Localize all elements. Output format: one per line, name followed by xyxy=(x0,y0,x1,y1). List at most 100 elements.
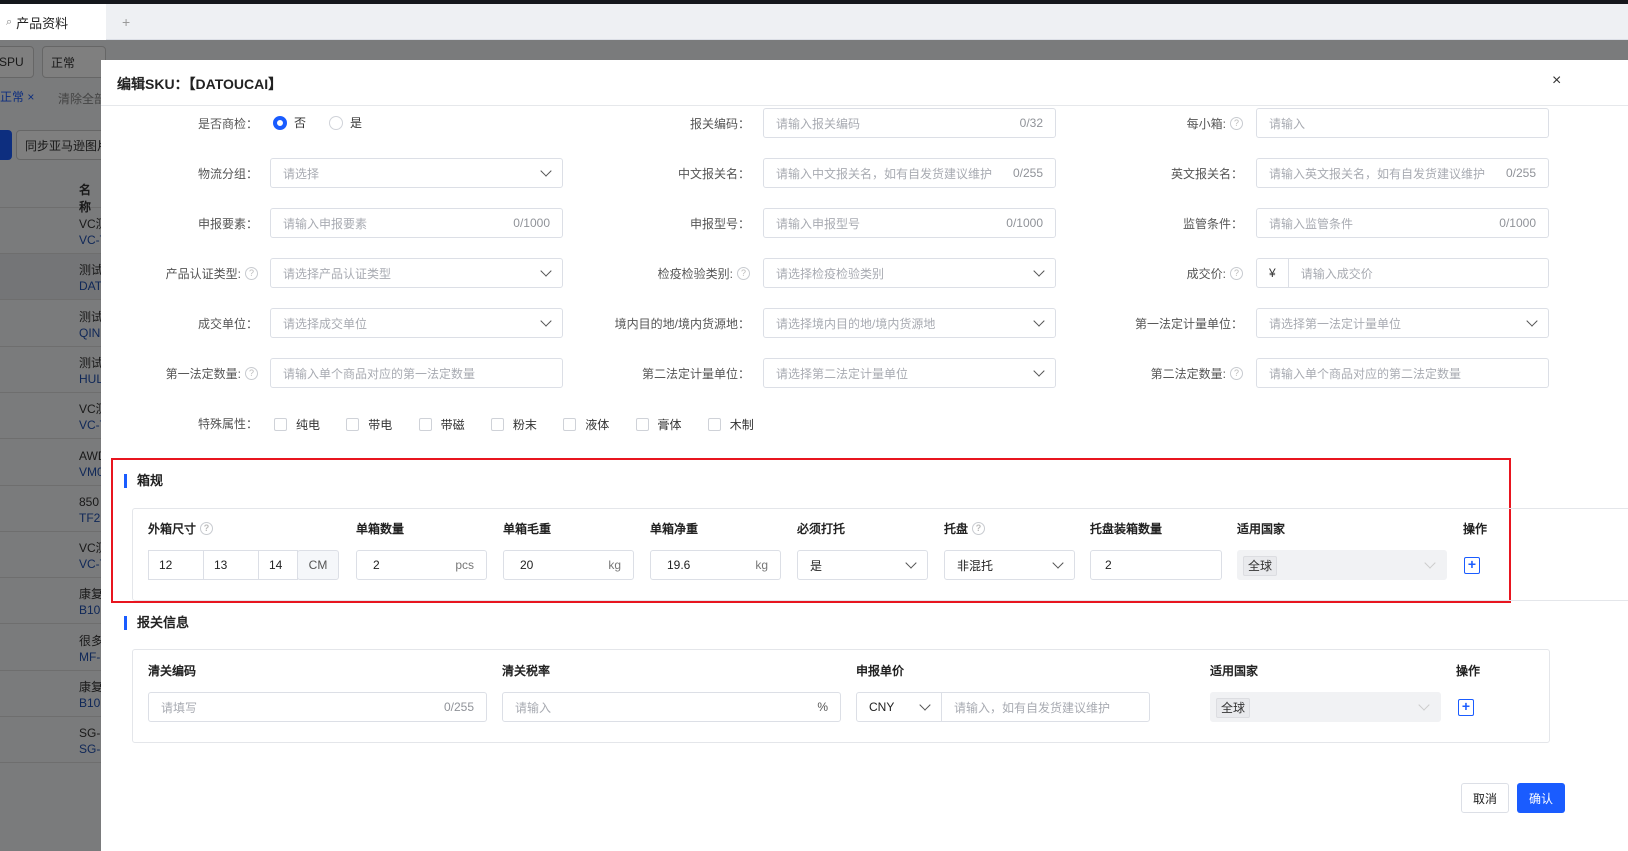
placeholder: 请输入 xyxy=(1269,116,1306,131)
dimension-input[interactable]: 13 xyxy=(203,550,259,580)
add-tab-button[interactable]: + xyxy=(122,14,130,30)
tab-bar xyxy=(0,4,1628,40)
pallet-select[interactable]: 非混托 xyxy=(944,550,1075,580)
checkbox-icon xyxy=(418,418,432,431)
pallet-qty-input[interactable]: 2 xyxy=(1090,550,1222,580)
section-title-box-spec: 箱规 xyxy=(124,474,163,488)
column-header: 操作 xyxy=(1463,522,1488,536)
column-header: 单箱数量 xyxy=(356,522,405,536)
field-label: 成交单位： xyxy=(197,316,258,331)
placeholder: 请输入中文报关名，如有自发货建议维护 xyxy=(776,166,993,181)
edit-sku-dialog: 编辑SKU：【DATOUCAI】 × 是否商检：否是报关编码： 请输入报关编码 0/… xyxy=(101,60,1628,851)
radio-option[interactable]: 是 xyxy=(329,114,362,131)
field-label: 成交价:? xyxy=(1003,258,1243,288)
char-counter: 0/255 xyxy=(1505,166,1536,180)
field-label: 中文报关名： xyxy=(677,166,750,181)
placeholder: 请输入申报要素 xyxy=(283,216,368,231)
currency-prefix: ¥ xyxy=(1269,259,1289,287)
input-field[interactable]: 请输入 xyxy=(1256,108,1549,138)
column-header: 清关税率 xyxy=(502,664,551,678)
radio-icon xyxy=(273,115,287,130)
currency-select[interactable]: CNY xyxy=(856,692,942,722)
field-label: 是否商检： xyxy=(197,116,258,131)
column-header: 单箱净重 xyxy=(650,522,699,536)
help-icon[interactable]: ? xyxy=(972,522,986,535)
placeholder: 请输入英文报关名，如有自发货建议维护 xyxy=(1269,166,1486,181)
close-icon[interactable]: × xyxy=(1552,72,1561,90)
checkbox-option[interactable]: 粉末 xyxy=(490,416,537,433)
chevron-down-icon xyxy=(1418,699,1430,711)
must-pallet-select[interactable]: 是 xyxy=(797,550,928,580)
checkbox-icon xyxy=(490,418,504,431)
field-label: 检疫检验类别:? xyxy=(510,258,750,288)
column-header: 适用国家 xyxy=(1237,522,1286,536)
help-icon[interactable]: ? xyxy=(245,366,258,380)
radio-option[interactable]: 否 xyxy=(273,114,306,131)
field-label: 申报要素： xyxy=(197,216,258,231)
confirm-button[interactable]: 确认 xyxy=(1517,783,1565,813)
tab-product-data[interactable]: ⌕ 产品资料 xyxy=(0,4,106,40)
placeholder: 请输入成交价 xyxy=(1300,266,1373,281)
unit-label: pcs xyxy=(455,558,474,572)
gross-input[interactable]: 20 kg xyxy=(503,550,634,580)
qty-input[interactable]: 2 pcs xyxy=(356,550,487,580)
field-label: 第一法定计量单位： xyxy=(1134,316,1243,331)
checkbox-icon xyxy=(635,418,649,431)
help-icon[interactable]: ? xyxy=(1230,266,1243,280)
help-icon[interactable]: ? xyxy=(1230,366,1243,380)
unit-label: % xyxy=(817,700,828,714)
tax-rate-input[interactable]: 请输入% xyxy=(502,692,841,722)
char-counter: 0/255 xyxy=(443,700,474,714)
radio-icon xyxy=(329,115,343,130)
field-label: 第二法定计量单位： xyxy=(641,366,750,381)
checkbox-option[interactable]: 纯电 xyxy=(274,416,320,433)
section-title-customs: 报关信息 xyxy=(124,616,189,630)
input-field[interactable]: 请输入英文报关名，如有自发货建议维护 0/255 xyxy=(1256,158,1549,188)
placeholder: 请输入单个商品对应的第二法定数量 xyxy=(1269,366,1462,381)
dimension-input[interactable]: 14 xyxy=(258,550,298,580)
placeholder: 请选择境内目的地/境内货源地 xyxy=(776,316,936,331)
declared-price-input[interactable]: 请输入，如有自发货建议维护 xyxy=(941,692,1150,722)
help-icon[interactable]: ? xyxy=(200,522,214,535)
placeholder: 请选择 xyxy=(283,166,320,181)
input-field[interactable]: ¥ 请输入成交价 xyxy=(1256,258,1549,288)
country-select[interactable]: 全球 xyxy=(1237,550,1447,580)
column-header: 清关编码 xyxy=(148,664,197,678)
field-label: 境内目的地/境内货源地： xyxy=(614,316,750,331)
checkbox-icon xyxy=(274,418,287,431)
help-icon[interactable]: ? xyxy=(1230,116,1243,130)
field-label: 物流分组： xyxy=(197,166,258,181)
checkbox-option[interactable]: 液体 xyxy=(563,416,609,433)
clearance-code-input[interactable]: 请填写 0/255 xyxy=(148,692,487,722)
field-label: 第一法定数量:? xyxy=(18,358,258,388)
field-label: 每小箱:? xyxy=(1003,108,1243,138)
checkbox-option[interactable]: 带电 xyxy=(346,416,392,433)
chevron-down-icon xyxy=(1424,557,1436,569)
char-counter: 0/1000 xyxy=(1499,216,1536,230)
column-header: 托盘装箱数量 xyxy=(1090,522,1163,536)
placeholder: 请选择产品认证类型 xyxy=(283,266,392,281)
country-select[interactable]: 全球 xyxy=(1210,692,1441,722)
add-row-icon[interactable]: + xyxy=(1458,699,1474,716)
cancel-button[interactable]: 取消 xyxy=(1461,783,1509,813)
checkbox-icon xyxy=(563,418,577,431)
add-row-icon[interactable]: + xyxy=(1464,557,1480,574)
checkbox-option[interactable]: 膏体 xyxy=(635,416,682,433)
unit-label: kg xyxy=(755,558,768,572)
select-field[interactable]: 请选择第一法定计量单位 xyxy=(1256,308,1549,338)
input-field[interactable]: 请输入单个商品对应的第二法定数量 xyxy=(1256,358,1549,388)
checkbox-option[interactable]: 带磁 xyxy=(418,416,465,433)
checkbox-option[interactable]: 木制 xyxy=(707,416,754,433)
help-icon[interactable]: ? xyxy=(737,266,750,280)
column-header: 申报单价 xyxy=(856,664,905,678)
placeholder: 请输入申报型号 xyxy=(776,216,861,231)
net-input[interactable]: 19.6 kg xyxy=(650,550,781,580)
placeholder: 请选择第一法定计量单位 xyxy=(1269,316,1402,331)
unit-label: kg xyxy=(608,558,621,572)
chevron-down-icon xyxy=(1526,315,1538,327)
input-field[interactable]: 请输入监管条件 0/1000 xyxy=(1256,208,1549,238)
help-icon[interactable]: ? xyxy=(245,266,258,280)
column-header: 适用国家 xyxy=(1210,664,1259,678)
chevron-down-icon xyxy=(905,557,917,569)
dimension-input[interactable]: 12 xyxy=(148,550,204,580)
